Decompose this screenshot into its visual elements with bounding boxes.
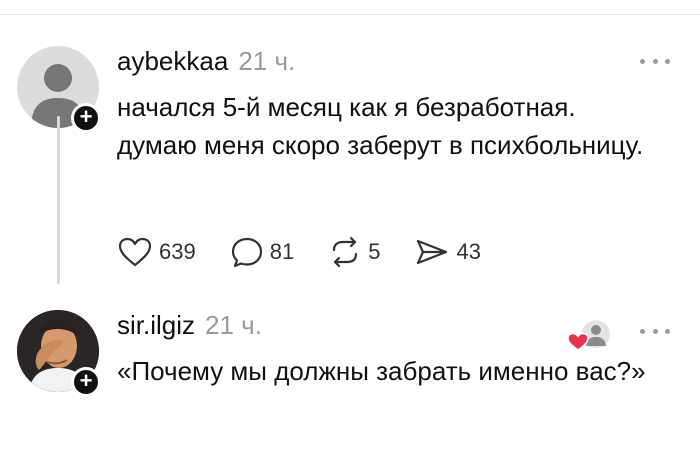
post-text: «Почему мы должны забрать именно вас?»: [117, 356, 646, 386]
speech-bubble-icon: [231, 237, 262, 268]
post-text: начался 5-й месяц как я безработная. дум…: [117, 92, 644, 160]
reply-count: 81: [269, 239, 295, 264]
more-options-icon[interactable]: [640, 326, 670, 336]
thread-line: [57, 116, 60, 284]
post: + sir.ilgiz 21 ч. «Почему мы должны забр…: [0, 306, 700, 456]
top-divider: [0, 14, 700, 15]
post: + aybekkaa 21 ч. начался 5-й месяц как я…: [0, 40, 700, 300]
follow-plus-button[interactable]: +: [71, 367, 101, 397]
post-header: aybekkaa 21 ч.: [117, 46, 295, 80]
timestamp: 21 ч.: [238, 46, 296, 76]
post-header: sir.ilgiz 21 ч.: [117, 310, 262, 344]
follow-plus-button[interactable]: +: [71, 103, 101, 133]
share-count: 43: [456, 239, 481, 264]
repost-count: 5: [368, 239, 381, 264]
repost-button[interactable]: 5: [328, 236, 380, 268]
username[interactable]: sir.ilgiz: [117, 310, 195, 341]
more-options-icon[interactable]: [640, 56, 670, 66]
timestamp: 21 ч.: [205, 310, 262, 340]
username[interactable]: aybekkaa: [117, 46, 228, 77]
like-count: 639: [159, 239, 196, 264]
person-heart-icon: [567, 320, 610, 351]
reply-button[interactable]: 81: [230, 236, 294, 268]
send-arrow-icon: [417, 239, 448, 265]
like-button[interactable]: 639: [117, 236, 196, 268]
post-actions: 639 81 5 43: [117, 234, 515, 270]
liked-by-author-indicator: [566, 314, 612, 354]
repost-arrows-icon: [333, 236, 358, 268]
share-button[interactable]: 43: [414, 236, 481, 268]
heart-icon: [118, 237, 152, 267]
